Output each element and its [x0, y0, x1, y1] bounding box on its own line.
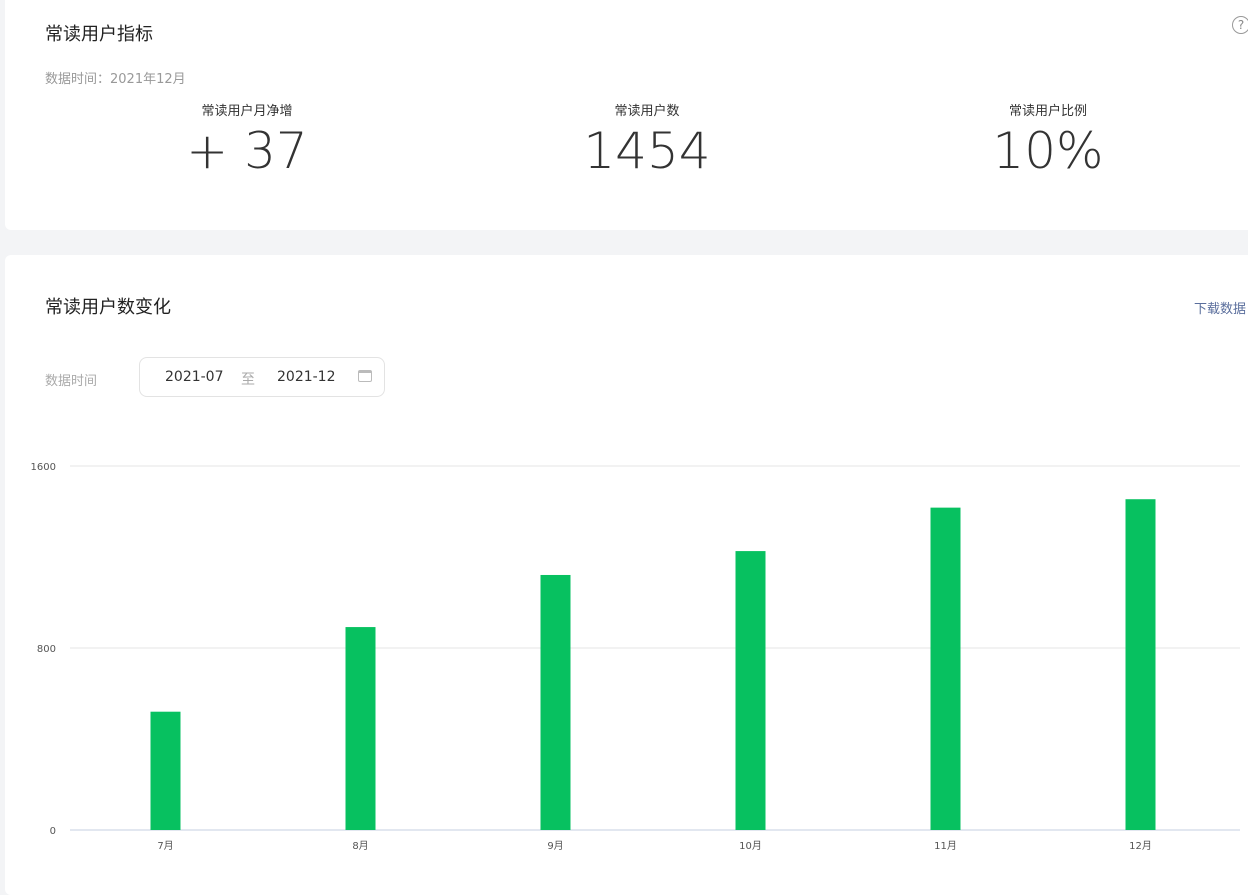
bar	[540, 574, 571, 830]
x-tick-label: 8月	[352, 840, 368, 852]
x-tick-label: 10月	[739, 840, 762, 852]
x-tick-label: 11月	[934, 840, 957, 852]
x-tick-label: 7月	[157, 840, 173, 852]
bar	[930, 507, 961, 830]
y-tick-label: 800	[37, 644, 56, 655]
y-tick-label: 0	[50, 826, 56, 837]
x-tick-label: 12月	[1129, 840, 1152, 852]
bar	[1125, 499, 1156, 830]
bar	[150, 711, 181, 830]
bar	[735, 551, 766, 830]
bar-chart: 0 800 1600 7月 8月 9月 10月 11月 12月	[31, 462, 1240, 852]
bar	[345, 627, 376, 830]
x-tick-label: 9月	[547, 840, 563, 852]
y-tick-label: 1600	[31, 462, 56, 473]
